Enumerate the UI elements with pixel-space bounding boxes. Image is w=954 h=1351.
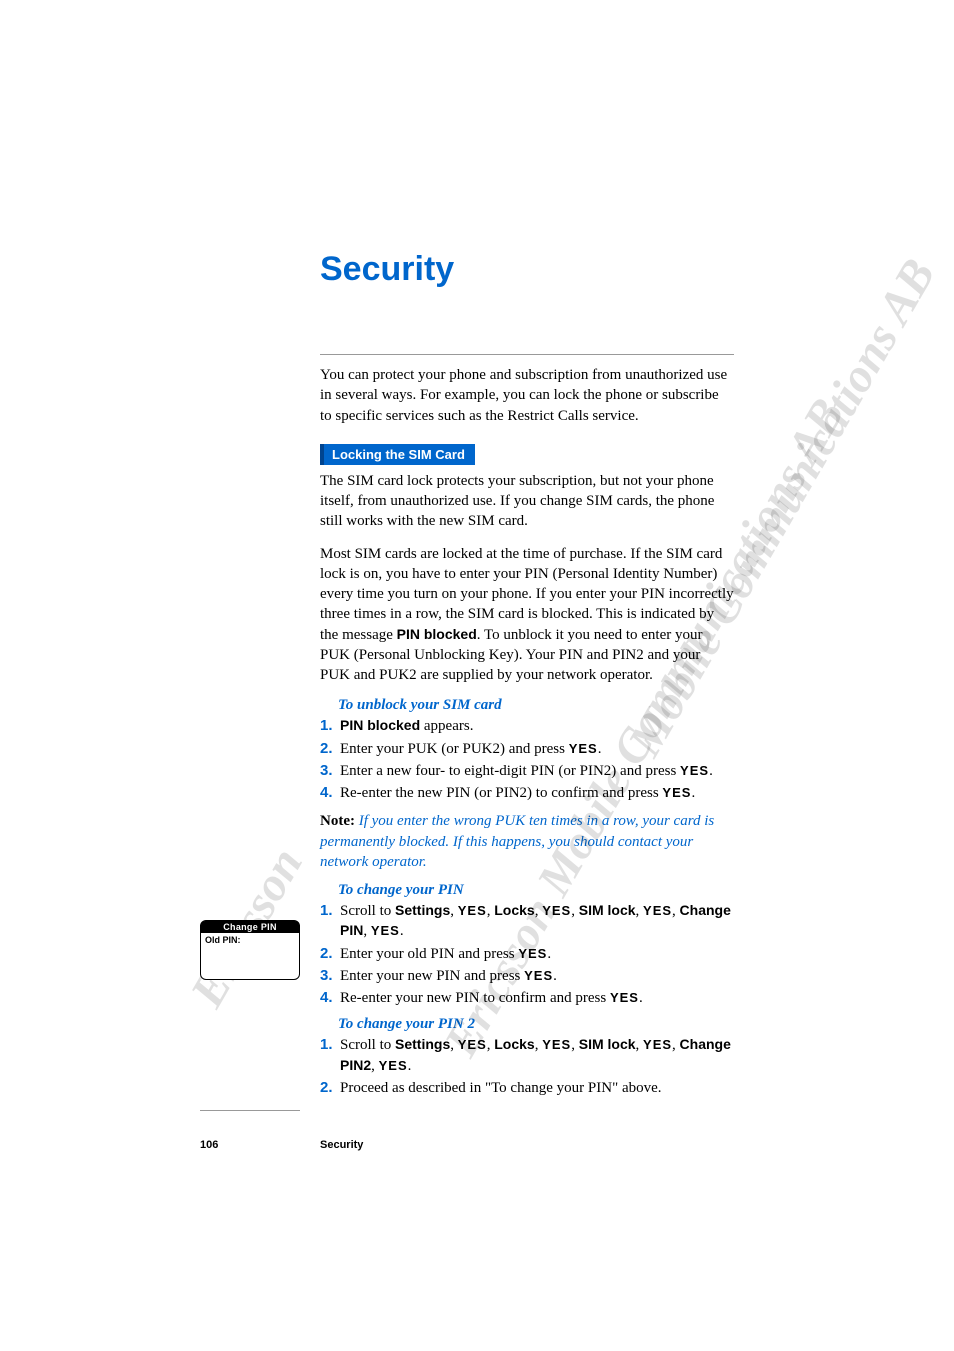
list-number: 1. — [320, 1035, 340, 1076]
phone-screen-title: Change PIN — [201, 921, 299, 933]
list-number: 1. — [320, 901, 340, 942]
note-label: Note: — [320, 813, 355, 829]
body-paragraph: Most SIM cards are locked at the time of… — [320, 544, 734, 686]
note-paragraph: Note: If you enter the wrong PUK ten tim… — [320, 811, 734, 872]
list-item: 2. Enter your PUK (or PUK2) and press YE… — [320, 739, 734, 759]
list-item: 3. Enter your new PIN and press YES. — [320, 966, 734, 986]
yes-key: YES — [662, 785, 691, 800]
list-item: 2. Proceed as described in "To change yo… — [320, 1078, 734, 1098]
yes-key: YES — [569, 741, 598, 756]
phone-screen-body: Old PIN: — [201, 933, 299, 947]
list-item: 1. Scroll to Settings, YES, Locks, YES, … — [320, 1035, 734, 1076]
list-number: 3. — [320, 966, 340, 986]
list-item: 2. Enter your old PIN and press YES. — [320, 944, 734, 964]
sub-heading-change-pin2: To change your PIN 2 — [338, 1016, 734, 1033]
footer-section-title: Security — [320, 1139, 363, 1151]
chapter-title: Security — [320, 250, 734, 289]
intro-paragraph: You can protect your phone and subscript… — [320, 365, 734, 426]
section-heading-locking-sim: Locking the SIM Card — [320, 444, 475, 465]
page-number: 106 — [200, 1139, 320, 1151]
list-number: 3. — [320, 761, 340, 781]
list-item: 4. Re-enter the new PIN (or PIN2) to con… — [320, 783, 734, 803]
yes-key: YES — [680, 763, 709, 778]
divider — [320, 354, 734, 355]
list-item: 3. Enter a new four- to eight-digit PIN … — [320, 761, 734, 781]
list-number: 2. — [320, 1078, 340, 1098]
list-item: 1. PIN blocked appears. — [320, 716, 734, 736]
list-number: 2. — [320, 944, 340, 964]
page-footer: 106 Security — [200, 1110, 734, 1151]
inline-bold: PIN blocked — [397, 626, 477, 642]
list-number: 1. — [320, 716, 340, 736]
footer-divider — [200, 1110, 300, 1111]
phone-screen-illustration: Change PIN Old PIN: — [200, 920, 300, 980]
list-number: 2. — [320, 739, 340, 759]
list-item: 1. Scroll to Settings, YES, Locks, YES, … — [320, 901, 734, 942]
body-paragraph: The SIM card lock protects your subscrip… — [320, 471, 734, 532]
list-item: 4. Re-enter your new PIN to confirm and … — [320, 988, 734, 1008]
sub-heading-change-pin: To change your PIN — [338, 882, 734, 899]
list-number: 4. — [320, 783, 340, 803]
sub-heading-unblock-sim: To unblock your SIM card — [338, 697, 734, 714]
list-number: 4. — [320, 988, 340, 1008]
